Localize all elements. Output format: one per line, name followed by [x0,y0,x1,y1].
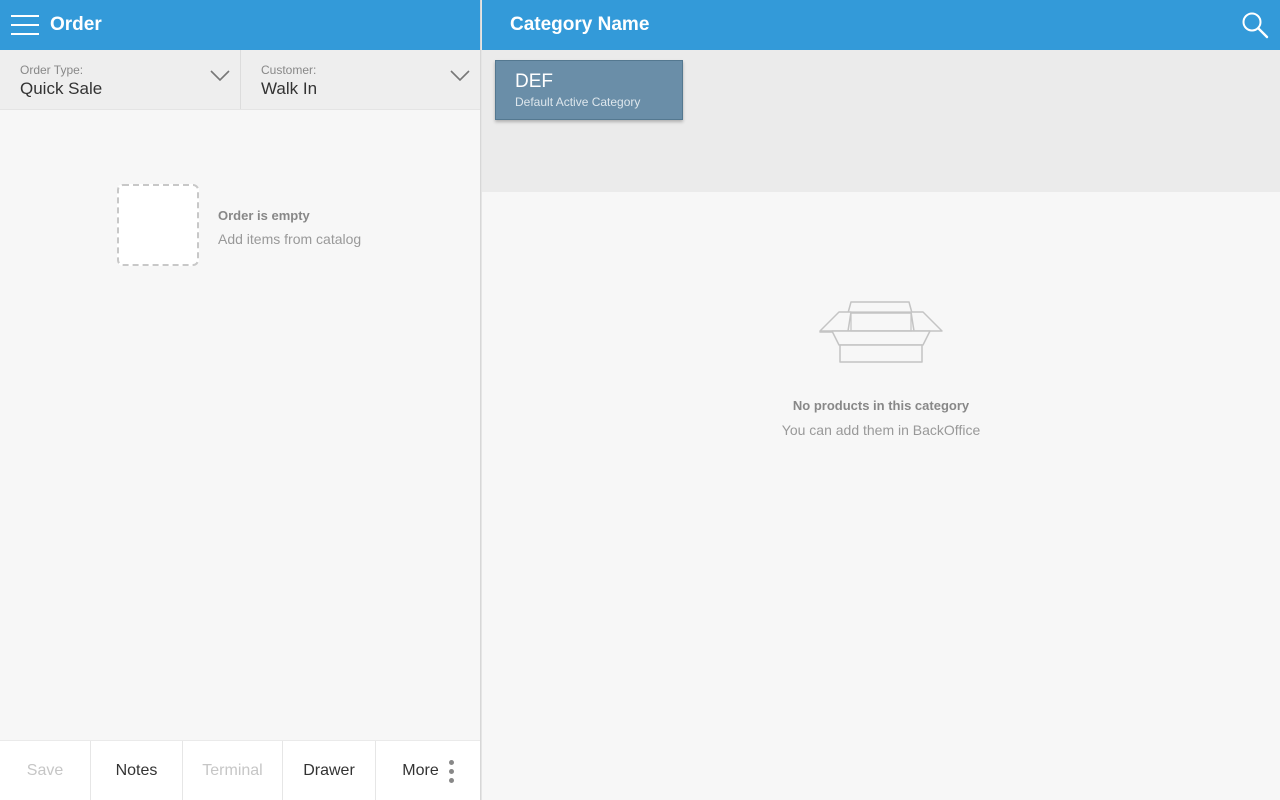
order-empty-state: Order is empty Add items from catalog [117,184,361,266]
empty-order-text: Order is empty Add items from catalog [218,184,361,266]
search-icon [1242,12,1269,39]
empty-order-title: Order is empty [218,208,310,223]
catalog-panel: Category Name DEF Default Active Categor… [482,0,1280,800]
order-selectors: Order Type: Quick Sale Customer: Walk In [0,50,480,110]
catalog-header: Category Name [482,0,1280,50]
search-button[interactable] [1230,0,1280,50]
order-title: Order [50,14,102,35]
terminal-button-label: Terminal [202,762,263,779]
customer-select[interactable]: Customer: Walk In [240,50,480,109]
category-title: Category Name [510,14,650,35]
more-button[interactable]: More [376,741,480,800]
order-header: Order [0,0,480,50]
order-action-bar: Save Notes Terminal Drawer More [0,740,480,800]
drawer-button[interactable]: Drawer [283,741,376,800]
save-button[interactable]: Save [0,741,91,800]
no-products-subtitle: You can add them in BackOffice [781,422,981,438]
empty-order-subtitle: Add items from catalog [218,231,362,247]
terminal-button[interactable]: Terminal [183,741,283,800]
category-code: DEF [515,71,553,92]
category-strip: DEF Default Active Category [482,50,1280,192]
empty-order-placeholder [117,184,199,266]
drawer-button-label: Drawer [303,762,355,779]
save-button-label: Save [26,762,64,779]
hamburger-menu-icon [11,15,39,35]
notes-button-label: Notes [115,762,158,779]
products-empty-state: No products in this category You can add… [482,300,1280,438]
customer-label: Customer: [261,63,317,77]
category-name: Default Active Category [515,95,641,109]
menu-button[interactable] [0,0,50,50]
no-products-title: No products in this category [792,398,970,413]
more-button-label: More [402,762,439,779]
chevron-down-icon [450,70,470,82]
open-box-icon [819,301,943,363]
order-type-select[interactable]: Order Type: Quick Sale [0,50,240,109]
order-type-value: Quick Sale [20,79,103,98]
order-panel: Order Order Type: Quick Sale Customer: W… [0,0,480,800]
vertical-dots-icon [448,759,454,783]
category-tile-def[interactable]: DEF Default Active Category [495,60,683,120]
customer-value: Walk In [261,79,318,98]
order-type-label: Order Type: [20,63,84,77]
chevron-down-icon [210,70,230,82]
notes-button[interactable]: Notes [91,741,183,800]
